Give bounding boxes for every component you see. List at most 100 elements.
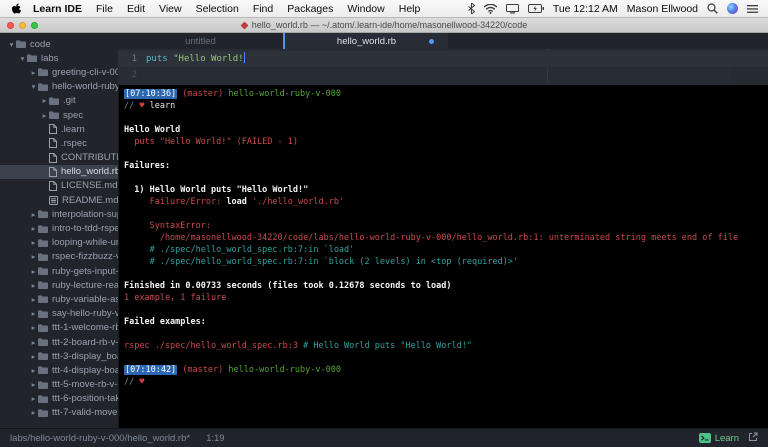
tree-folder-greeting-cli-v-000[interactable]: ▸ greeting-cli-v-000 — [0, 65, 118, 79]
chevron-down-icon[interactable]: ▾ — [29, 82, 38, 91]
tree-folder-spec[interactable]: ▸ spec — [0, 108, 118, 122]
folder-icon — [38, 267, 48, 276]
tree-item-label: ttt-6-position-taken- — [52, 393, 118, 405]
chevron-right-icon[interactable]: ▸ — [29, 68, 38, 77]
tree-folder-labs[interactable]: ▾ labs — [0, 51, 118, 65]
menu-edit[interactable]: Edit — [120, 3, 152, 15]
folder-icon — [38, 380, 48, 389]
apple-menu-icon[interactable] — [12, 2, 22, 15]
chevron-right-icon[interactable]: ▸ — [40, 96, 49, 105]
tree-folder-ttt-2-board-rb-v-000[interactable]: ▸ ttt-2-board-rb-v-000 — [0, 335, 118, 349]
tree-folder-looping-while-until-v[interactable]: ▸ looping-while-until-v — [0, 236, 118, 250]
display-icon[interactable] — [505, 3, 519, 14]
menu-clock[interactable]: Tue 12:12 AM — [553, 3, 618, 15]
folder-icon — [38, 324, 48, 332]
tree-item-label: ttt-3-display_board- — [52, 350, 118, 362]
chevron-right-icon[interactable]: ▸ — [29, 408, 38, 417]
tree-folder-ruby-lecture-reading[interactable]: ▸ ruby-lecture-reading — [0, 278, 118, 292]
folder-icon — [38, 68, 48, 77]
tree-folder-say-hello-ruby-v-000[interactable]: ▸ say-hello-ruby-v-000 — [0, 307, 118, 321]
chevron-right-icon[interactable]: ▸ — [29, 281, 38, 290]
chevron-right-icon[interactable]: ▸ — [29, 238, 38, 247]
chevron-right-icon[interactable]: ▸ — [29, 295, 38, 304]
tree-file--learn[interactable]: .learn — [0, 122, 118, 136]
line-number: 1 — [131, 54, 137, 64]
status-file-path[interactable]: labs/hello-world-ruby-v-000/hello_world.… — [10, 433, 190, 444]
editor-line-2[interactable]: 2 — [118, 67, 768, 83]
menu-window[interactable]: Window — [340, 3, 391, 15]
chevron-right-icon[interactable]: ▸ — [29, 252, 38, 261]
menu-help[interactable]: Help — [392, 3, 428, 15]
bluetooth-icon[interactable] — [467, 3, 475, 14]
close-button[interactable] — [7, 22, 14, 29]
tab-hello_world-rb[interactable]: hello_world.rb — [283, 33, 448, 49]
zoom-button[interactable] — [31, 22, 38, 29]
tree-item-label: ttt-1-welcome-rb-v-0 — [52, 322, 118, 334]
chevron-down-icon[interactable]: ▾ — [7, 40, 16, 49]
battery-icon[interactable] — [527, 4, 544, 13]
code-editor[interactable]: 1 puts "Hello World! 2 — [118, 49, 768, 85]
notification-center-icon[interactable] — [747, 4, 758, 14]
chevron-right-icon[interactable]: ▸ — [29, 338, 38, 347]
tree-folder--git[interactable]: ▸ .git — [0, 94, 118, 108]
tree-folder-ttt-3-display_board-[interactable]: ▸ ttt-3-display_board- — [0, 349, 118, 363]
terminal-line: 1 example, 1 failure — [124, 293, 227, 303]
chevron-right-icon[interactable]: ▸ — [40, 111, 49, 120]
chevron-right-icon[interactable]: ▸ — [29, 210, 38, 219]
chevron-down-icon[interactable]: ▾ — [18, 54, 27, 63]
menu-find[interactable]: Find — [246, 3, 280, 15]
editor-line-1[interactable]: 1 puts "Hello World! — [118, 51, 768, 67]
tree-folder-ruby-variable-assign[interactable]: ▸ ruby-variable-assign — [0, 292, 118, 306]
chevron-right-icon[interactable]: ▸ — [29, 267, 38, 276]
tree-folder-ttt-7-valid-move-v-0[interactable]: ▸ ttt-7-valid-move-v-0 — [0, 406, 118, 420]
tree-folder-rspec-fizzbuzz-v-00[interactable]: ▸ rspec-fizzbuzz-v-00 — [0, 250, 118, 264]
siri-icon[interactable] — [727, 3, 738, 14]
status-cursor-position[interactable]: 1:19 — [206, 433, 225, 444]
folder-icon — [16, 40, 26, 49]
wifi-icon[interactable] — [483, 3, 497, 14]
menu-user[interactable]: Mason Ellwood — [627, 3, 698, 15]
minimize-button[interactable] — [19, 22, 26, 29]
tree-folder-ttt-5-move-rb-v-000[interactable]: ▸ ttt-5-move-rb-v-000 — [0, 378, 118, 392]
learn-terminal-toggle[interactable]: Learn — [698, 433, 739, 444]
modified-indicator-icon[interactable] — [429, 39, 434, 44]
terminal-line: Hello World — [124, 125, 181, 135]
tab-untitled[interactable]: untitled — [118, 33, 283, 49]
tree-folder-ttt-4-display-board-r[interactable]: ▸ ttt-4-display-board-r — [0, 363, 118, 377]
folder-icon — [38, 253, 48, 261]
tree-view[interactable]: ▾code▾labs▸greeting-cli-v-000▾hello-worl… — [0, 33, 118, 428]
tree-file-README-md[interactable]: README.md — [0, 193, 118, 207]
menu-learn-ide[interactable]: Learn IDE — [26, 3, 89, 15]
tree-item-label: README.md — [62, 194, 118, 206]
search-icon[interactable] — [707, 3, 718, 14]
tree-folder-ruby-gets-input-v-00[interactable]: ▸ ruby-gets-input-v-00 — [0, 264, 118, 278]
tree-folder-interpolation-super-p[interactable]: ▸ interpolation-super-p — [0, 207, 118, 221]
tree-item-label: hello_world.rb — [61, 166, 118, 178]
tree-folder-intro-to-tdd-rspec-a[interactable]: ▸ intro-to-tdd-rspec-a — [0, 221, 118, 235]
chevron-right-icon[interactable]: ▸ — [29, 224, 38, 233]
chevron-right-icon[interactable]: ▸ — [29, 352, 38, 361]
learn-ide-terminal[interactable]: [07:10:36] (master) hello-world-ruby-v-0… — [118, 85, 768, 428]
menu-packages[interactable]: Packages — [280, 3, 340, 15]
tree-folder-code[interactable]: ▾ code — [0, 37, 118, 51]
menu-view[interactable]: View — [152, 3, 189, 15]
tree-file--rspec[interactable]: .rspec — [0, 136, 118, 150]
external-link-icon[interactable] — [748, 432, 758, 445]
tree-item-label: ttt-4-display-board-r — [52, 364, 118, 376]
terminal-line: Finished in 0.00733 seconds (files took … — [124, 281, 452, 291]
chevron-right-icon[interactable]: ▸ — [29, 380, 38, 389]
chevron-right-icon[interactable]: ▸ — [29, 309, 38, 318]
tree-folder-ttt-1-welcome-rb-v-0[interactable]: ▸ ttt-1-welcome-rb-v-0 — [0, 321, 118, 335]
menu-selection[interactable]: Selection — [189, 3, 246, 15]
tree-file-hello_world-rb[interactable]: hello_world.rb — [0, 164, 118, 179]
tree-folder-hello-world-ruby-v-000[interactable]: ▾ hello-world-ruby-v-000 — [0, 80, 118, 94]
window-title-text: hello_world.rb — ~/.atom/.learn-ide/home… — [251, 20, 528, 30]
chevron-right-icon[interactable]: ▸ — [29, 323, 38, 332]
menu-file[interactable]: File — [89, 3, 120, 15]
folder-icon — [27, 54, 37, 63]
chevron-right-icon[interactable]: ▸ — [29, 366, 38, 375]
tree-file-LICENSE-md[interactable]: LICENSE.md — [0, 179, 118, 193]
chevron-right-icon[interactable]: ▸ — [29, 394, 38, 403]
tree-file-CONTRIBUTING-md[interactable]: CONTRIBUTING.md — [0, 151, 118, 165]
tree-folder-ttt-6-position-taken-[interactable]: ▸ ttt-6-position-taken- — [0, 392, 118, 406]
